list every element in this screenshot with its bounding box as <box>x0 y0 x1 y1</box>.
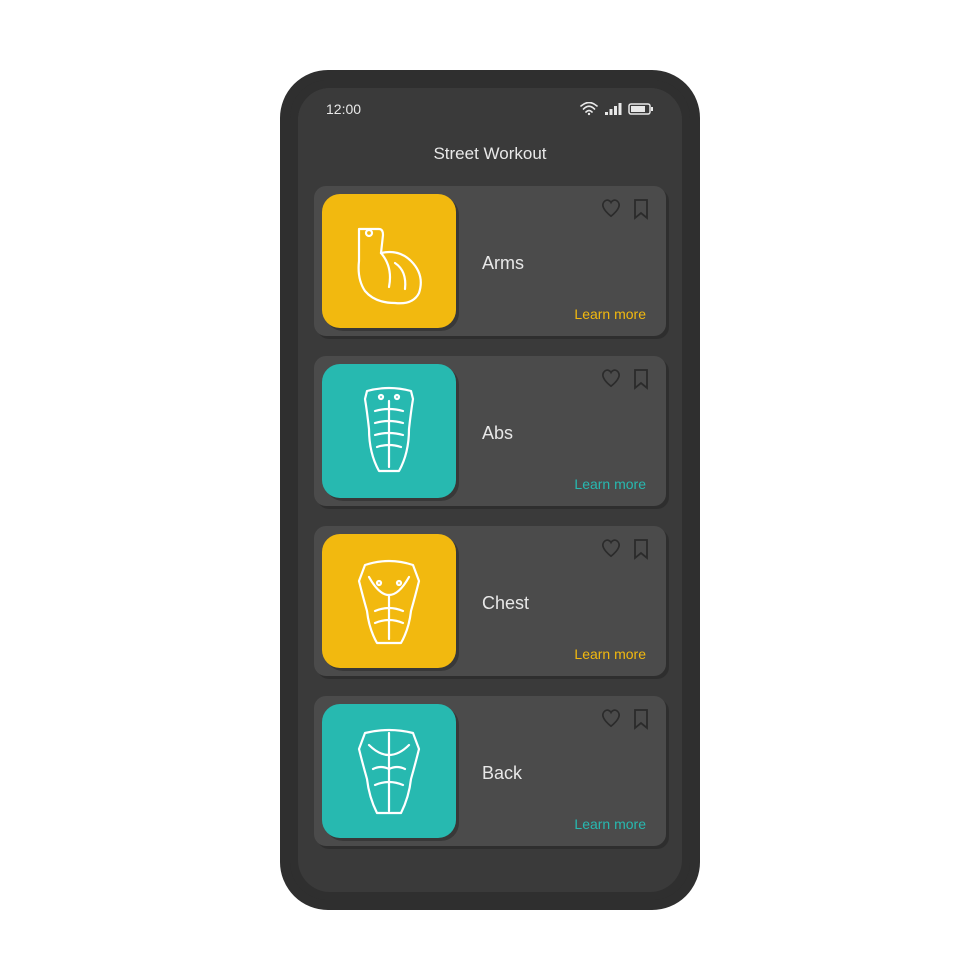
card-back[interactable]: Back Learn more <box>314 696 666 846</box>
card-title: Arms <box>482 253 648 274</box>
bookmark-icon[interactable] <box>632 538 650 560</box>
heart-icon[interactable] <box>600 368 622 390</box>
chest-icon <box>322 534 456 668</box>
card-title: Back <box>482 763 648 784</box>
card-title: Chest <box>482 593 648 614</box>
card-title: Abs <box>482 423 648 444</box>
card-body: Abs Learn more <box>464 356 666 506</box>
status-time: 12:00 <box>326 101 361 117</box>
screen: 12:00 Street Workout <box>298 88 682 892</box>
learn-more-link[interactable]: Learn more <box>574 646 646 662</box>
learn-more-link[interactable]: Learn more <box>574 816 646 832</box>
bicep-icon <box>322 194 456 328</box>
wifi-icon <box>580 102 598 116</box>
status-bar: 12:00 <box>298 88 682 130</box>
learn-more-link[interactable]: Learn more <box>574 306 646 322</box>
phone-frame: 12:00 Street Workout <box>280 70 700 910</box>
card-body: Arms Learn more <box>464 186 666 336</box>
status-icons <box>580 102 654 116</box>
heart-icon[interactable] <box>600 538 622 560</box>
battery-icon <box>628 102 654 116</box>
heart-icon[interactable] <box>600 708 622 730</box>
heart-icon[interactable] <box>600 198 622 220</box>
back-icon <box>322 704 456 838</box>
card-arms[interactable]: Arms Learn more <box>314 186 666 336</box>
bookmark-icon[interactable] <box>632 368 650 390</box>
workout-list: Arms Learn more <box>298 186 682 892</box>
abs-icon <box>322 364 456 498</box>
card-chest[interactable]: Chest Learn more <box>314 526 666 676</box>
card-body: Back Learn more <box>464 696 666 846</box>
page-title: Street Workout <box>298 130 682 186</box>
bookmark-icon[interactable] <box>632 708 650 730</box>
bookmark-icon[interactable] <box>632 198 650 220</box>
card-body: Chest Learn more <box>464 526 666 676</box>
learn-more-link[interactable]: Learn more <box>574 476 646 492</box>
card-abs[interactable]: Abs Learn more <box>314 356 666 506</box>
signal-icon <box>604 102 622 116</box>
